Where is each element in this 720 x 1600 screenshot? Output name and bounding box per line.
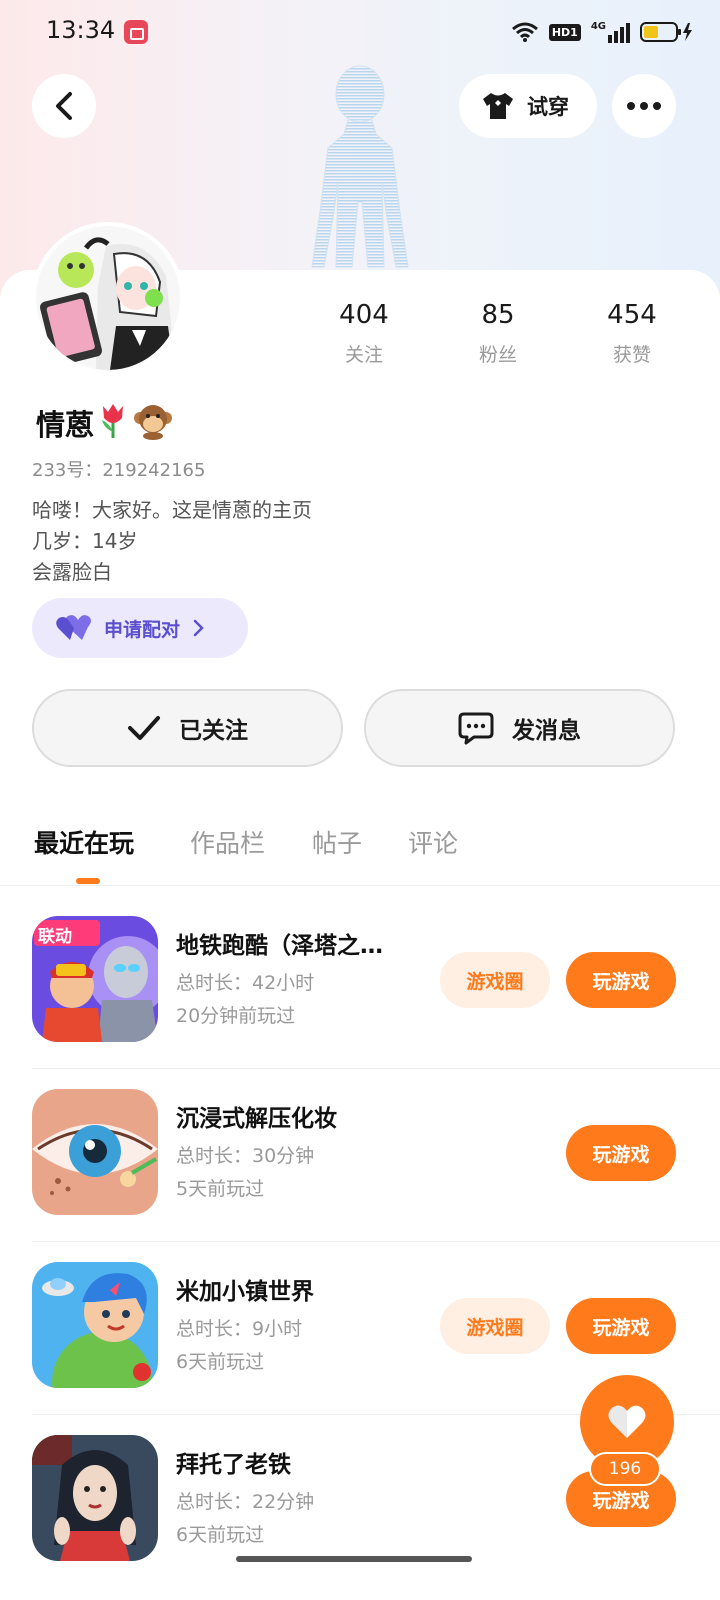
avatar-illustration [36,226,180,370]
game-total-time: 总时长：9小时 [176,1318,303,1340]
status-time: 13:34 [46,16,116,44]
tshirt-icon [483,93,513,119]
chat-bubble-icon [458,712,494,745]
game-last-played: 6天前玩过 [176,1524,265,1546]
chevron-right-icon [193,619,204,637]
game-last-played: 5天前玩过 [176,1178,265,1200]
followed-button[interactable]: 已关注 [32,689,343,767]
game-last-played: 6天前玩过 [176,1351,265,1373]
chevron-left-icon [56,92,72,120]
game-icon-miga-town [32,1262,158,1388]
stat-likes-value: 454 [607,300,657,330]
heart-icon [608,1405,646,1438]
wifi-icon [511,22,538,42]
send-message-button[interactable]: 发消息 [364,689,675,767]
tab-comments[interactable]: 评论 [408,824,458,860]
checkmark-icon [128,716,160,740]
try-on-button[interactable]: 试穿 [459,74,597,138]
collab-badge: 联动 [38,927,72,947]
bio-line-2: 几岁：14岁 [32,529,138,553]
more-button[interactable] [612,74,676,138]
game-icon-makeup [32,1089,158,1215]
bio-line-3: 会露脸白 [32,560,112,584]
monkey-emoji [134,405,172,440]
hd-badge-icon: HD1 [548,23,581,41]
tab-works[interactable]: 作品栏 [190,824,265,860]
double-heart-icon [56,615,91,640]
try-on-label: 试穿 [527,95,569,119]
game-total-time: 总时长：42小时 [176,972,315,994]
game-icon-baituo-laotie [32,1435,158,1561]
tab-bar: 最近在玩 作品栏 帖子 评论 [0,808,720,886]
apply-pair-button[interactable]: 申请配对 [32,598,248,658]
like-count: 196 [589,1452,661,1486]
nickname: 情蒽 [36,408,95,442]
tab-recently-played[interactable]: 最近在玩 [34,824,134,860]
network-type: 4G [590,21,606,32]
send-message-label: 发消息 [512,718,581,744]
stat-likes-label: 获赞 [612,344,651,366]
stat-following-label: 关注 [344,344,383,366]
game-title: 沉浸式解压化妆 [176,1106,337,1132]
game-row[interactable]: 联动 地铁跑酷（泽塔之… 总时长：42小时 20分钟前玩过 游戏圈 玩游戏 [0,896,720,1069]
stat-likes[interactable]: 454 获赞 [577,300,687,367]
game-circle-button[interactable]: 游戏圈 [440,952,550,1008]
screen-record-icon [124,20,148,44]
avatar-hologram [311,65,409,268]
apply-pair-label: 申请配对 [104,618,181,641]
game-row[interactable]: 沉浸式解压化妆 总时长：30分钟 5天前玩过 玩游戏 [0,1069,720,1242]
play-game-button[interactable]: 玩游戏 [566,952,676,1008]
stat-following-value: 404 [339,300,389,330]
game-icon-subway-surfers: 联动 [32,916,158,1042]
status-bar: 13:34 HD1 4G [0,0,720,62]
tulip-emoji [102,404,123,438]
stat-fans-label: 粉丝 [478,344,517,366]
stat-fans-value: 85 [481,300,515,330]
nickname-emojis [96,402,172,440]
game-last-played: 20分钟前玩过 [176,1005,296,1027]
game-circle-button[interactable]: 游戏圈 [440,1298,550,1354]
signal-icon: 4G [591,21,630,43]
stat-following[interactable]: 404 关注 [309,300,419,367]
game-title: 米加小镇世界 [176,1279,314,1305]
avatar[interactable] [32,222,184,374]
followed-label: 已关注 [179,718,248,744]
play-game-button[interactable]: 玩游戏 [566,1125,676,1181]
stat-fans[interactable]: 85 粉丝 [443,300,553,367]
tab-posts[interactable]: 帖子 [312,824,362,860]
game-total-time: 总时长：30分钟 [176,1145,315,1167]
more-dots-icon [627,102,661,110]
status-icons: HD1 4G [511,18,694,46]
game-total-time: 总时长：22分钟 [176,1491,315,1513]
home-indicator[interactable] [236,1556,472,1562]
user-id: 233号：219242165 [32,460,206,481]
play-game-button[interactable]: 玩游戏 [566,1298,676,1354]
battery-icon [640,22,692,42]
tab-indicator [76,878,100,884]
game-title: 拜托了老铁 [176,1452,291,1478]
back-button[interactable] [32,74,96,138]
game-title: 地铁跑酷（泽塔之… [176,933,383,959]
bio-line-1: 哈喽！大家好。这是情蒽的主页 [32,498,312,522]
